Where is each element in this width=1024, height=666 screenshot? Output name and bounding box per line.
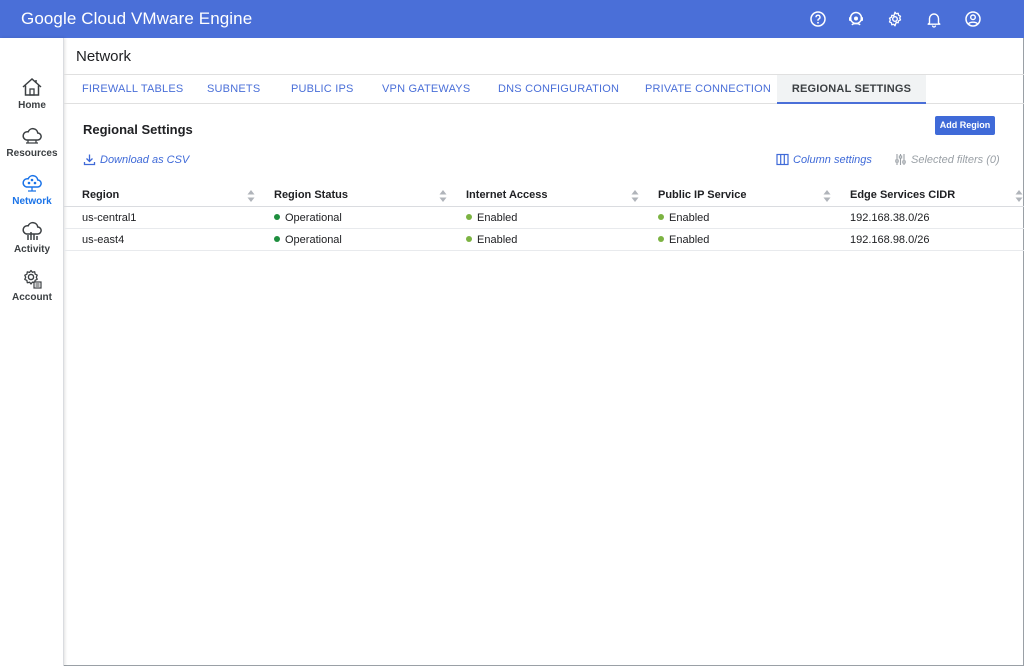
tab-subnets[interactable]: SUBNETS (207, 75, 260, 103)
sidebar-item-account[interactable]: Account (0, 268, 64, 312)
account-gear-icon (24, 269, 42, 289)
status-text: Operational (285, 234, 342, 246)
columns-icon (776, 153, 789, 166)
sort-arrows-icon[interactable] (823, 189, 831, 203)
status-dot-icon (274, 214, 280, 220)
status-dot-icon (466, 214, 472, 220)
cell-internet-access: Enabled (466, 234, 517, 246)
filter-sliders-icon (895, 154, 906, 165)
status-dot-icon (274, 236, 280, 242)
sidebar-item-label: Resources (6, 148, 58, 159)
activity-icon (22, 221, 42, 240)
sidebar-item-label: Home (18, 100, 46, 111)
sidebar-item-network[interactable]: Network (0, 172, 64, 216)
cell-region: us-central1 (82, 212, 137, 224)
cell-edge-services-cidr: 192.168.38.0/26 (850, 212, 930, 224)
column-settings-label: Column settings (793, 153, 872, 166)
home-icon (22, 77, 42, 96)
cell-edge-services-cidr: 192.168.98.0/26 (850, 234, 930, 246)
sidebar-item-activity[interactable]: Activity (0, 220, 64, 264)
tab-dns-configuration[interactable]: DNS CONFIGURATION (498, 75, 619, 103)
table-row: us-east4 Operational Enabled Enabled 192… (64, 229, 1024, 251)
table-row: us-central1 Operational Enabled Enabled … (64, 207, 1024, 229)
app-title: Google Cloud VMware Engine (21, 9, 253, 28)
status-dot-icon (466, 236, 472, 242)
sort-arrows-icon[interactable] (631, 189, 639, 203)
status-text: Enabled (477, 212, 518, 224)
page-header: Network (64, 38, 1024, 75)
network-icon (22, 174, 42, 192)
column-header-public-ip-service[interactable]: Public IP Service (658, 189, 746, 201)
tab-private-connection[interactable]: PRIVATE CONNECTION (645, 75, 771, 103)
support-icon[interactable] (847, 10, 865, 28)
tab-firewall-tables[interactable]: FIREWALL TABLES (82, 75, 183, 103)
cloud-icon (22, 127, 42, 144)
selected-filters-label: Selected filters (0) (911, 153, 1000, 166)
help-icon[interactable] (809, 10, 827, 28)
tab-bar: FIREWALL TABLES SUBNETS PUBLIC IPS VPN G… (64, 75, 1024, 104)
cell-region-status: Operational (274, 212, 342, 224)
page-title: Network (76, 48, 132, 65)
settings-gear-icon[interactable] (886, 10, 904, 28)
user-account-icon[interactable] (964, 10, 982, 28)
table-header: Region Region Status Internet Access Pub… (64, 186, 1024, 207)
column-header-edge-services-cidr[interactable]: Edge Services CIDR (850, 189, 955, 201)
tab-public-ips[interactable]: PUBLIC IPS (291, 75, 354, 103)
tab-regional-settings[interactable]: REGIONAL SETTINGS (777, 75, 926, 104)
cell-public-ip-service: Enabled (658, 212, 709, 224)
add-region-button[interactable]: Add Region (935, 116, 995, 135)
status-dot-icon (658, 214, 664, 220)
sidebar: Home Resources Network Activity Account (0, 38, 64, 666)
status-text: Enabled (477, 234, 518, 246)
sort-arrows-icon[interactable] (247, 189, 255, 203)
column-header-region-status[interactable]: Region Status (274, 189, 348, 201)
column-header-region[interactable]: Region (82, 189, 119, 201)
section-title: Regional Settings (83, 122, 193, 137)
status-dot-icon (658, 236, 664, 242)
cell-region-status: Operational (274, 234, 342, 246)
column-header-internet-access[interactable]: Internet Access (466, 189, 548, 201)
sidebar-item-resources[interactable]: Resources (0, 124, 64, 168)
sidebar-item-label: Activity (13, 244, 51, 255)
sort-arrows-icon[interactable] (439, 189, 447, 203)
selected-filters-link[interactable]: Selected filters (0) (894, 153, 1000, 166)
top-bar: Google Cloud VMware Engine (0, 0, 1024, 38)
cell-public-ip-service: Enabled (658, 234, 709, 246)
status-text: Enabled (669, 212, 710, 224)
download-csv-link[interactable]: Download as CSV (83, 153, 189, 166)
status-text: Enabled (669, 234, 710, 246)
download-icon (83, 154, 96, 166)
cell-internet-access: Enabled (466, 212, 517, 224)
cell-region: us-east4 (82, 234, 125, 246)
sort-arrows-icon[interactable] (1015, 189, 1023, 203)
sidebar-item-label: Network (12, 196, 52, 207)
status-text: Operational (285, 212, 342, 224)
download-csv-label: Download as CSV (100, 153, 190, 166)
tab-vpn-gateways[interactable]: VPN GATEWAYS (382, 75, 470, 103)
notifications-bell-icon[interactable] (925, 10, 943, 28)
column-settings-link[interactable]: Column settings (776, 153, 872, 166)
sidebar-item-label: Account (12, 292, 52, 303)
sidebar-item-home[interactable]: Home (0, 76, 64, 120)
